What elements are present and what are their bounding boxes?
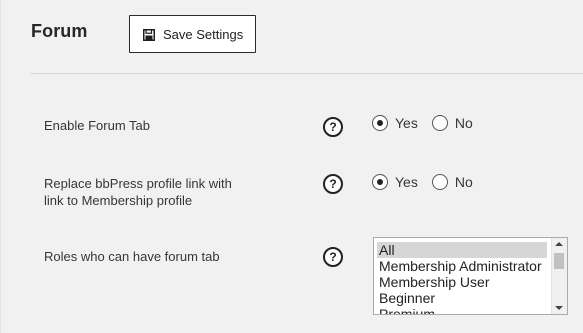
roles-options: All Membership Administrator Membership …	[377, 242, 547, 314]
forum-settings-panel: Forum Save Settings Enable Forum Tab ? Y…	[0, 0, 583, 333]
roles-option-membership-user[interactable]: Membership User	[377, 274, 547, 290]
scroll-thumb[interactable]	[554, 253, 564, 269]
replace-profile-link-radio-group: Yes No	[372, 174, 487, 190]
save-settings-label: Save Settings	[163, 26, 244, 42]
roles-option-membership-administrator[interactable]: Membership Administrator	[377, 258, 547, 274]
replace-profile-link-help-icon[interactable]: ?	[323, 174, 343, 194]
enable-forum-tab-yes-label: Yes	[395, 115, 418, 131]
replace-profile-link-yes-option[interactable]: Yes	[372, 174, 418, 190]
page-title: Forum	[31, 21, 88, 41]
roles-listbox-scrollbar[interactable]	[551, 238, 567, 314]
replace-profile-link-label-line1: Replace bbPress profile link with	[44, 176, 232, 191]
replace-profile-link-label: Replace bbPress profile link with link t…	[44, 175, 232, 209]
header-divider	[30, 73, 583, 74]
enable-forum-tab-no-label: No	[454, 115, 473, 131]
replace-profile-link-yes-label: Yes	[395, 174, 418, 190]
enable-forum-tab-no-radio[interactable]	[431, 115, 448, 131]
enable-forum-tab-no-option[interactable]: No	[431, 115, 473, 131]
save-settings-button[interactable]: Save Settings	[129, 15, 256, 53]
enable-forum-tab-help-icon[interactable]: ?	[323, 117, 343, 137]
roles-option-beginner[interactable]: Beginner	[377, 290, 547, 306]
enable-forum-tab-label: Enable Forum Tab	[44, 118, 150, 133]
roles-option-all[interactable]: All	[377, 242, 547, 258]
enable-forum-tab-yes-option[interactable]: Yes	[372, 115, 418, 131]
enable-forum-tab-radio-group: Yes No	[372, 115, 487, 131]
roles-label: Roles who can have forum tab	[44, 249, 220, 264]
replace-profile-link-no-option[interactable]: No	[431, 174, 473, 190]
roles-option-premium[interactable]: Premium	[377, 306, 547, 314]
scroll-down-arrow-icon[interactable]	[555, 306, 563, 310]
roles-listbox[interactable]: All Membership Administrator Membership …	[373, 237, 568, 315]
scroll-up-arrow-icon[interactable]	[555, 242, 563, 246]
replace-profile-link-yes-radio[interactable]	[372, 174, 388, 190]
replace-profile-link-no-radio[interactable]	[431, 174, 448, 190]
enable-forum-tab-yes-radio[interactable]	[372, 115, 388, 131]
floppy-disk-icon	[143, 28, 155, 41]
roles-help-icon[interactable]: ?	[323, 247, 343, 267]
replace-profile-link-no-label: No	[454, 174, 473, 190]
replace-profile-link-label-line2: link to Membership profile	[44, 193, 193, 208]
